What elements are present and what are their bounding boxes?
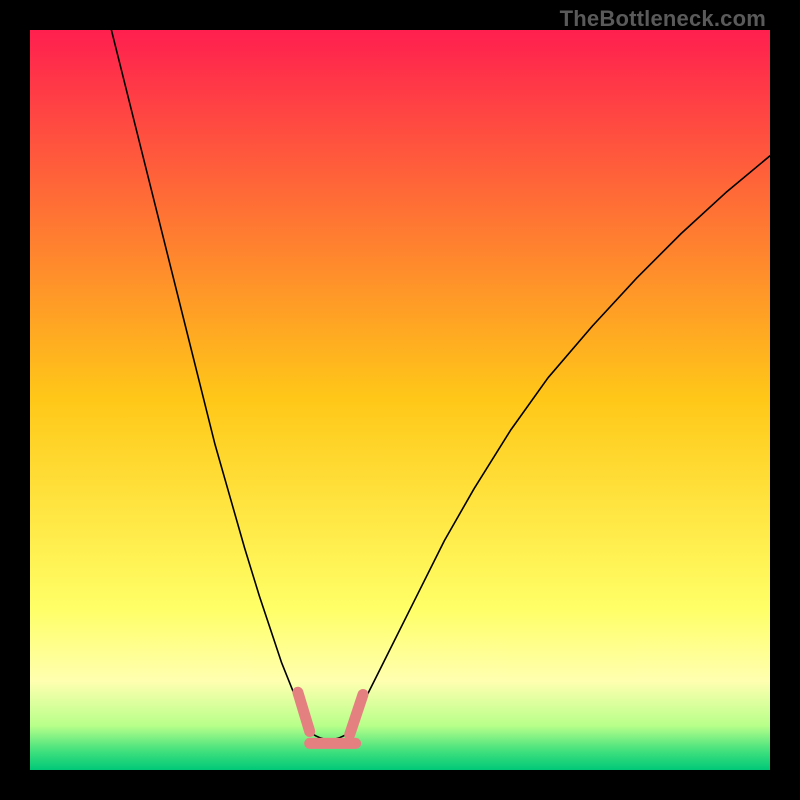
watermark-text: TheBottleneck.com (560, 6, 766, 32)
chart-frame: TheBottleneck.com (0, 0, 800, 800)
chart-svg (30, 30, 770, 770)
gradient-background (30, 30, 770, 770)
plot-area (30, 30, 770, 770)
